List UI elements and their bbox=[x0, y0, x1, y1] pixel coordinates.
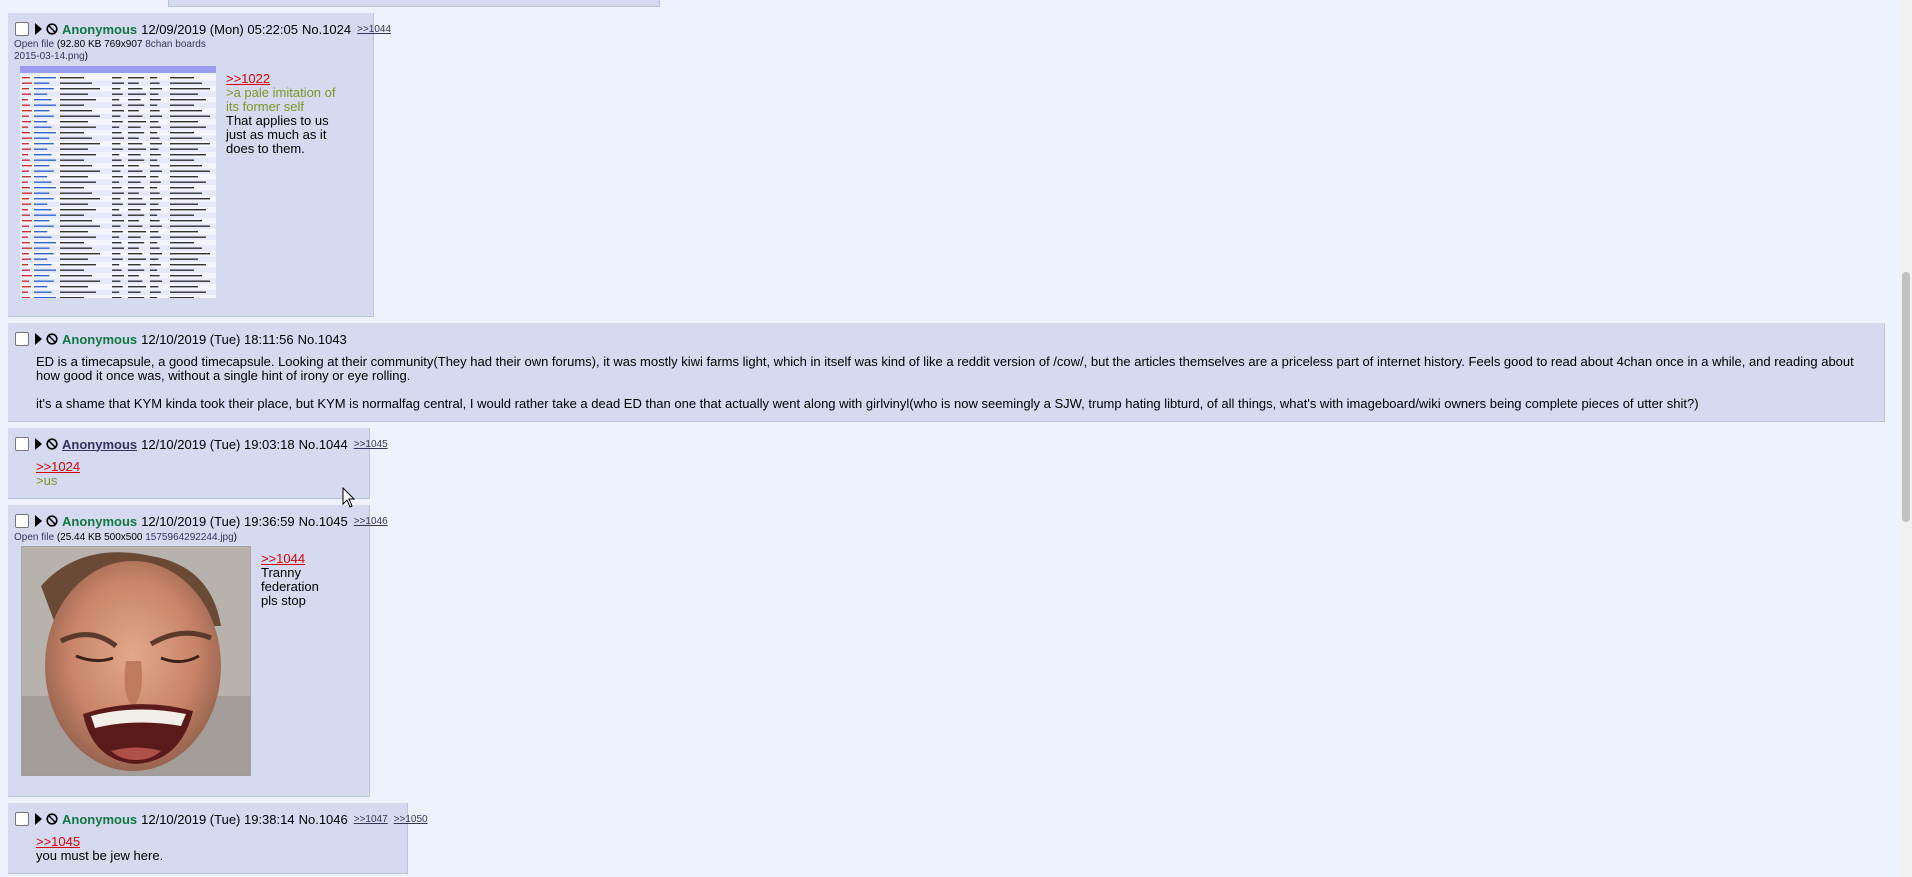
body-paragraph: ED is a timecapsule, a good timecapsule.… bbox=[36, 354, 1854, 383]
body-text-line: federation bbox=[261, 579, 319, 594]
poster-name: Anonymous bbox=[62, 21, 138, 37]
reply-post-1046: Anonymous 12/10/2019 (Tue) 19:38:14 No.1… bbox=[8, 803, 428, 874]
file-size: 92.80 KB 769x907 bbox=[60, 39, 143, 50]
expand-triangle-icon[interactable] bbox=[35, 23, 42, 35]
post-date: 12/10/2019 (Tue) 18:11:56 bbox=[141, 331, 294, 347]
expand-triangle-icon[interactable] bbox=[35, 438, 42, 450]
post-date: 12/09/2019 (Mon) 05:22:05 bbox=[141, 21, 298, 37]
backlink[interactable]: >>1046 bbox=[354, 516, 388, 527]
open-file-link[interactable]: Open file bbox=[14, 532, 54, 543]
post-intro: Anonymous 12/10/2019 (Tue) 18:11:56 No.1… bbox=[15, 330, 347, 348]
backlink[interactable]: >>1044 bbox=[357, 24, 391, 35]
post-body: >>1022 >a pale imitation of its former s… bbox=[226, 72, 335, 156]
backlink[interactable]: >>1045 bbox=[354, 439, 388, 450]
post-body: >>1024 >us bbox=[36, 460, 80, 488]
hide-post-icon[interactable] bbox=[46, 23, 58, 35]
post-intro: Anonymous 12/10/2019 (Tue) 19:38:14 No.1… bbox=[15, 810, 428, 828]
expand-triangle-icon[interactable] bbox=[35, 515, 42, 527]
hide-post-icon[interactable] bbox=[46, 515, 58, 527]
post-number-link[interactable]: No.1045 bbox=[299, 514, 348, 529]
post-image-thumbnail[interactable] bbox=[20, 66, 216, 298]
post-number-link[interactable]: No.1043 bbox=[298, 332, 347, 347]
quote-link[interactable]: >>1024 bbox=[36, 460, 80, 474]
greentext-line: its former self bbox=[226, 99, 305, 114]
poster-name: Anonymous bbox=[62, 513, 138, 529]
file-size: 25.44 KB 500x500 bbox=[60, 532, 143, 543]
post-number-link[interactable]: No.1046 bbox=[299, 812, 348, 827]
scrollbar-thumb[interactable] bbox=[1902, 272, 1910, 522]
expand-triangle-icon[interactable] bbox=[35, 813, 42, 825]
poster-name: Anonymous bbox=[62, 331, 138, 347]
body-text-line: you must be jew here. bbox=[36, 848, 164, 863]
post-number-link[interactable]: No.1044 bbox=[299, 437, 348, 452]
body-paragraph: it's a shame that KYM kinda took their p… bbox=[36, 396, 1699, 411]
expand-triangle-icon[interactable] bbox=[35, 333, 42, 345]
body-text-line: That applies to us bbox=[226, 113, 329, 128]
quote-link[interactable]: >>1044 bbox=[261, 552, 319, 566]
poster-name: Anonymous bbox=[62, 811, 138, 827]
post-intro: Anonymous 12/10/2019 (Tue) 19:36:59 No.1… bbox=[15, 512, 388, 530]
post-intro: Anonymous 12/10/2019 (Tue) 19:03:18 No.1… bbox=[15, 435, 388, 453]
quote-link[interactable]: >>1045 bbox=[36, 835, 163, 849]
reply-post-1045: Anonymous 12/10/2019 (Tue) 19:36:59 No.1… bbox=[8, 505, 388, 797]
post-checkbox[interactable] bbox=[15, 437, 29, 451]
post-intro: Anonymous 12/09/2019 (Mon) 05:22:05 No.1… bbox=[15, 20, 391, 38]
greentext-line: >us bbox=[36, 473, 58, 488]
body-text-line: Tranny bbox=[261, 565, 301, 580]
post-date: 12/10/2019 (Tue) 19:03:18 bbox=[141, 436, 295, 452]
post-checkbox[interactable] bbox=[15, 22, 29, 36]
post-body: >>1044 Tranny federation pls stop bbox=[261, 552, 319, 608]
post-date: 12/10/2019 (Tue) 19:38:14 bbox=[141, 811, 295, 827]
hide-post-icon[interactable] bbox=[46, 813, 58, 825]
post-image-thumbnail[interactable] bbox=[21, 546, 251, 776]
open-file-link[interactable]: Open file bbox=[14, 39, 54, 50]
backlink[interactable]: >>1047 bbox=[354, 814, 388, 825]
hide-post-icon[interactable] bbox=[46, 333, 58, 345]
body-text-line: pls stop bbox=[261, 593, 306, 608]
post-body: ED is a timecapsule, a good timecapsule.… bbox=[36, 355, 1856, 411]
post-checkbox[interactable] bbox=[15, 812, 29, 826]
body-text-line: just as much as it bbox=[226, 127, 327, 142]
post-number-link[interactable]: No.1024 bbox=[302, 22, 351, 37]
file-info: Open file (25.44 KB 500x500 157596429224… bbox=[14, 532, 238, 543]
mouse-cursor-icon bbox=[342, 487, 356, 508]
reply-post-1024: Anonymous 12/09/2019 (Mon) 05:22:05 No.1… bbox=[8, 13, 391, 317]
post-date: 12/10/2019 (Tue) 19:36:59 bbox=[141, 513, 295, 529]
reply-post-1043: Anonymous 12/10/2019 (Tue) 18:11:56 No.1… bbox=[8, 323, 1885, 422]
quote-link[interactable]: >>1022 bbox=[226, 72, 335, 86]
hide-post-icon[interactable] bbox=[46, 438, 58, 450]
reply-post-1044: Anonymous 12/10/2019 (Tue) 19:03:18 No.1… bbox=[8, 428, 388, 499]
post-body: >>1045 you must be jew here. bbox=[36, 835, 163, 863]
post-checkbox[interactable] bbox=[15, 514, 29, 528]
greentext-line: >a pale imitation of bbox=[226, 85, 336, 100]
file-name[interactable]: 8chan boards bbox=[145, 39, 206, 50]
post-checkbox[interactable] bbox=[15, 332, 29, 346]
previous-post-edge bbox=[168, 0, 660, 7]
file-name[interactable]: 1575964292244.jpg bbox=[145, 532, 233, 543]
file-name-cont[interactable]: 2015-03-14.png bbox=[14, 51, 85, 62]
poster-name[interactable]: Anonymous bbox=[62, 437, 137, 452]
backlink[interactable]: >>1050 bbox=[394, 814, 428, 825]
body-text-line: does to them. bbox=[226, 141, 305, 156]
file-info: Open file (92.80 KB 769x907 8chan boards… bbox=[14, 39, 206, 62]
